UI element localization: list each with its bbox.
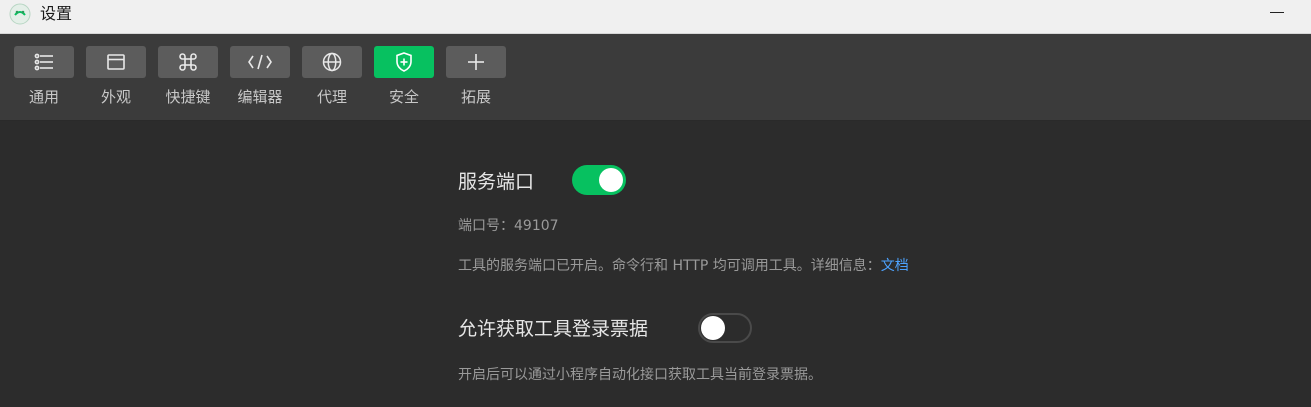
docs-link[interactable]: 文档 [881,258,909,274]
login-ticket-description: 开启后可以通过小程序自动化接口获取工具当前登录票据。 [458,367,822,383]
shield-plus-icon [394,51,414,73]
login-ticket-title: 允许获取工具登录票据 [458,318,649,340]
plus-icon [466,52,486,72]
tab-general[interactable]: 通用 [14,46,74,106]
service-port-title: 服务端口 [458,171,535,193]
tab-extensions[interactable]: 拓展 [446,46,506,106]
tab-editor-label: 编辑器 [237,88,283,106]
tab-extensions-label: 拓展 [460,88,491,106]
app-logo-icon [9,3,31,25]
tab-general-button[interactable] [14,46,74,78]
login-ticket-toggle[interactable] [698,313,752,343]
list-sliders-icon [33,53,55,71]
tab-appearance-button[interactable] [86,46,146,78]
title-bar: 设置 [0,0,1311,34]
minimize-button[interactable] [1261,0,1293,26]
toggle-knob [701,316,725,340]
tab-security-button[interactable] [374,46,434,78]
tab-proxy[interactable]: 代理 [302,46,362,106]
tab-extensions-button[interactable] [446,46,506,78]
command-key-icon [178,52,198,72]
code-icon [247,53,273,71]
tab-general-label: 通用 [28,88,59,106]
window-title: 设置 [40,4,73,23]
globe-icon [321,51,343,73]
service-port-description: 工具的服务端口已开启。命令行和 HTTP 均可调用工具。详细信息： [458,258,881,274]
security-settings-panel: 服务端口 端口号：49107 工具的服务端口已开启。命令行和 HTTP 均可调用… [0,121,1311,407]
tab-appearance[interactable]: 外观 [86,46,146,106]
tab-shortcuts-button[interactable] [158,46,218,78]
tab-security-label: 安全 [388,88,419,106]
tab-proxy-button[interactable] [302,46,362,78]
service-port-description-line: 工具的服务端口已开启。命令行和 HTTP 均可调用工具。详细信息：文档 [458,257,909,275]
tab-shortcuts-label: 快捷键 [165,88,211,106]
window-icon [106,53,126,71]
tab-appearance-label: 外观 [100,88,131,106]
service-port-toggle[interactable] [572,165,626,195]
settings-toolbar: 通用 外观 快捷键 编辑器 代理 安全 拓展 [0,34,1311,121]
tab-shortcuts[interactable]: 快捷键 [158,46,218,106]
tab-proxy-label: 代理 [316,88,347,106]
service-port-number: 端口号：49107 [458,218,559,234]
tab-editor-button[interactable] [230,46,290,78]
tab-security[interactable]: 安全 [374,46,434,106]
toggle-knob [599,168,623,192]
tab-editor[interactable]: 编辑器 [230,46,290,106]
